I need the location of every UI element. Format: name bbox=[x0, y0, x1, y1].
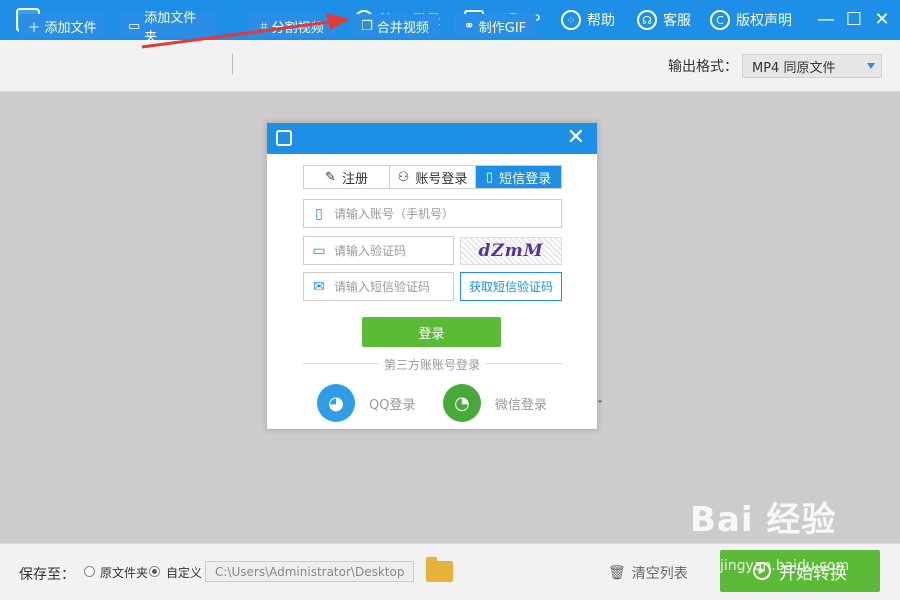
captcha-placeholder: 请输入验证码 bbox=[334, 244, 407, 258]
sms-code-placeholder: 请输入短信验证码 bbox=[334, 280, 431, 294]
login-tabs: ✎ 注册 ⚇ 账号登录 ▯ 短信登录 bbox=[303, 165, 562, 189]
save-to-label: 保存至： bbox=[19, 567, 75, 583]
browse-folder-icon[interactable] bbox=[426, 557, 453, 582]
tab-register[interactable]: ✎ 注册 bbox=[304, 166, 390, 188]
captcha-input[interactable]: ▭ 请输入验证码 bbox=[303, 236, 454, 265]
card-icon: ▭ bbox=[312, 242, 326, 259]
phone-icon: ▯ bbox=[485, 169, 494, 185]
login-dialog-header: ✕ bbox=[267, 123, 597, 154]
captcha-text: dZmM bbox=[478, 241, 544, 261]
wechat-icon: ◔ bbox=[443, 384, 481, 422]
radio-custom-folder[interactable] bbox=[149, 566, 160, 577]
tab-sms-login-label: 短信登录 bbox=[499, 171, 552, 187]
mail-icon: ✉ bbox=[313, 278, 325, 295]
qq-login-label: QQ登录 bbox=[369, 397, 416, 413]
clear-list-label: 清空列表 bbox=[631, 566, 688, 582]
radio-custom-folder-label: 自定义 bbox=[166, 566, 203, 580]
get-sms-code-label: 获取短信验证码 bbox=[468, 280, 553, 294]
dialog-logo-icon bbox=[276, 130, 292, 146]
login-button[interactable]: 登录 bbox=[362, 317, 501, 347]
clear-list-button[interactable]: 🗑 清空列表 bbox=[608, 563, 688, 583]
wechat-login-button[interactable]: ◔ 微信登录 bbox=[443, 384, 547, 422]
phone-placeholder: 请输入账号（手机号） bbox=[334, 207, 455, 221]
phone-input[interactable]: ▯ 请输入账号（手机号） bbox=[303, 199, 562, 228]
save-path-value: C:\Users\Administrator\Desktop bbox=[215, 564, 405, 579]
radio-original-folder[interactable] bbox=[84, 566, 95, 577]
captcha-image[interactable]: dZmM bbox=[460, 237, 562, 265]
dialog-close-button[interactable]: ✕ bbox=[567, 127, 585, 149]
phone-icon: ▯ bbox=[315, 205, 323, 222]
trash-icon: 🗑 bbox=[608, 565, 626, 581]
tab-sms-login[interactable]: ▯ 短信登录 bbox=[476, 166, 561, 188]
annotation-arrow-shaft bbox=[141, 20, 331, 49]
qq-icon: ◕ bbox=[317, 384, 355, 422]
get-sms-code-button[interactable]: 获取短信验证码 bbox=[460, 272, 562, 301]
third-party-label: 第三方账账号登录 bbox=[377, 358, 486, 372]
save-path-input[interactable]: C:\Users\Administrator\Desktop bbox=[205, 561, 414, 582]
tab-account-login-label: 账号登录 bbox=[415, 171, 468, 187]
annotation-arrow-head bbox=[326, 13, 350, 30]
baidu-watermark: Bai 经验 bbox=[690, 500, 837, 540]
qq-login-button[interactable]: ◕ QQ登录 bbox=[317, 384, 415, 422]
close-icon: ✕ bbox=[566, 125, 585, 150]
baidu-watermark-url: jingyan.baidu.com bbox=[720, 558, 850, 574]
tab-register-label: 注册 bbox=[341, 171, 368, 187]
third-party-heading: 第三方账账号登录 bbox=[267, 356, 597, 373]
tab-account-login[interactable]: ⚇ 账号登录 bbox=[390, 166, 476, 188]
login-label: 登录 bbox=[418, 326, 445, 342]
pencil-icon: ✎ bbox=[325, 169, 336, 185]
radio-original-folder-label: 原文件夹 bbox=[100, 566, 149, 580]
sms-code-input[interactable]: ✉ 请输入短信验证码 bbox=[303, 272, 454, 301]
user-icon: ⚇ bbox=[397, 169, 410, 185]
wechat-login-label: 微信登录 bbox=[495, 397, 548, 413]
login-dialog: ✕ ✎ 注册 ⚇ 账号登录 ▯ 短信登录 ▯ 请输入账号（手机号） ▭ 请输入验… bbox=[266, 122, 598, 430]
